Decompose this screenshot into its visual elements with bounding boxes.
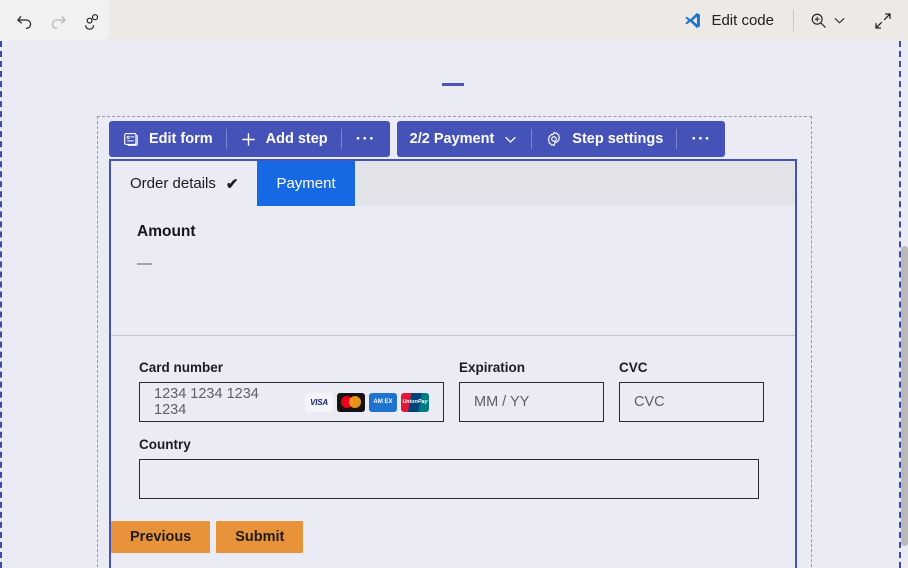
zoom-control[interactable] (803, 6, 853, 35)
flow-canvas: Edit form Add step ··· 2/2 Payment Step … (0, 41, 901, 568)
form-preview-panel: Order details ✔ Payment Amount — Card nu… (109, 159, 797, 568)
window-actions: Edit code (677, 0, 900, 41)
form-tabs: Order details ✔ Payment (111, 161, 795, 206)
app-root: Edit code Edit form Add step ··· 2/2 Pay… (0, 0, 908, 568)
cvc-group: CVC CVC (619, 360, 764, 422)
edit-form-button[interactable]: Edit form (109, 121, 226, 157)
tab-order-details-label: Order details (130, 175, 216, 192)
expiration-field[interactable]: MM / YY (459, 382, 604, 422)
window-toolbar: Edit code (0, 0, 908, 41)
check-icon: ✔ (225, 175, 239, 193)
zoom-in-icon (811, 13, 826, 28)
connector-line-top (442, 83, 464, 86)
card-number-label: Card number (139, 360, 224, 375)
amount-value: — (137, 255, 152, 272)
expand-diagonal-icon (875, 12, 891, 29)
add-step-button[interactable]: Add step (227, 121, 341, 157)
tab-order-details[interactable]: Order details ✔ (111, 161, 258, 206)
visa-icon: VISA (305, 392, 333, 412)
form-toolbar-group: Edit form Add step ··· (109, 121, 390, 157)
step-settings-button[interactable]: Step settings (532, 121, 676, 157)
edit-code-label: Edit code (711, 12, 774, 29)
amount-label: Amount (137, 223, 196, 240)
redo-button[interactable] (42, 4, 76, 38)
step-selector[interactable]: 2/2 Payment (397, 121, 532, 157)
country-label: Country (139, 437, 191, 452)
unionpay-label: UnionPay (402, 399, 428, 405)
unionpay-icon: UnionPay (401, 392, 429, 412)
redo-icon (51, 16, 66, 30)
expiration-group: Expiration MM / YY (459, 360, 604, 422)
step-toolbar: Edit form Add step ··· 2/2 Payment Step … (109, 121, 726, 157)
expand-button[interactable] (866, 4, 900, 38)
form-edit-icon (124, 133, 138, 146)
form-overflow-button[interactable]: ··· (342, 121, 390, 157)
history-controls (0, 0, 109, 41)
step-overflow-button[interactable]: ··· (677, 121, 725, 157)
cvc-placeholder: CVC (634, 394, 665, 410)
toolbar-divider (793, 10, 794, 31)
card-number-placeholder: 1234 1234 1234 1234 (154, 386, 259, 418)
amex-label: AM EX (373, 399, 393, 405)
collaborators-icon (85, 13, 99, 30)
expiration-label: Expiration (459, 360, 526, 375)
edit-code-button[interactable]: Edit code (677, 6, 784, 35)
edit-form-label: Edit form (149, 131, 213, 147)
previous-button[interactable]: Previous (111, 521, 211, 553)
amex-icon: AM EX (369, 392, 397, 412)
canvas-scrollbar[interactable] (901, 41, 908, 568)
visa-label: VISA (310, 397, 328, 407)
chevron-down-icon (834, 18, 845, 24)
undo-button[interactable] (8, 4, 42, 38)
form-actions: Previous Submit (111, 521, 795, 553)
card-number-group: Card number 1234 1234 1234 1234 VISA AM … (139, 360, 444, 422)
undo-icon (17, 16, 32, 30)
payment-fields: Card number 1234 1234 1234 1234 VISA AM … (111, 336, 795, 553)
submit-button[interactable]: Submit (216, 521, 304, 553)
collaborators-button[interactable] (75, 4, 109, 38)
scrollbar-thumb[interactable] (901, 246, 908, 546)
cvc-label: CVC (619, 360, 648, 375)
card-field-row: Card number 1234 1234 1234 1234 VISA AM … (139, 360, 795, 422)
gear-icon (547, 131, 561, 147)
vscode-icon (685, 13, 701, 28)
plus-icon (241, 132, 255, 146)
step-settings-label: Step settings (572, 131, 664, 147)
step-selector-label: 2/2 Payment (409, 131, 495, 147)
add-step-label: Add step (265, 131, 328, 147)
expiration-placeholder: MM / YY (474, 394, 530, 410)
chevron-down-icon (505, 136, 516, 143)
card-number-field[interactable]: 1234 1234 1234 1234 VISA AM EX UnionPay (139, 382, 444, 422)
country-field[interactable] (139, 459, 759, 499)
tab-payment-label: Payment (276, 175, 336, 192)
step-toolbar-group: 2/2 Payment Step settings ··· (396, 121, 726, 157)
tab-payment[interactable]: Payment (257, 161, 355, 206)
country-group: Country (139, 437, 759, 499)
cvc-field[interactable]: CVC (619, 382, 764, 422)
mastercard-icon (337, 392, 365, 412)
amount-section: Amount — (111, 206, 795, 336)
card-brand-icons: VISA AM EX UnionPay (305, 392, 429, 412)
